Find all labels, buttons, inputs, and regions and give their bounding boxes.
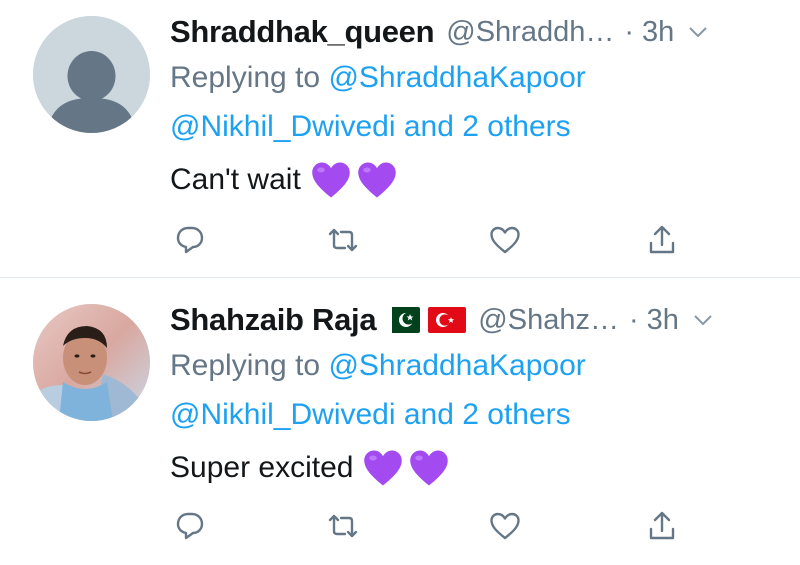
- share-icon: [649, 225, 675, 254]
- tweet-text-content: Super excited: [170, 451, 354, 484]
- replying-prefix: Replying to: [170, 61, 329, 94]
- mention-link[interactable]: @ShraddhaKapoor: [328, 349, 585, 382]
- like-icon: [490, 226, 520, 254]
- others-link[interactable]: @Nikhil_Dwivedi and 2 others: [170, 102, 780, 152]
- like-icon: [490, 512, 520, 540]
- purple-heart-icon: [312, 162, 350, 198]
- display-name[interactable]: Shahzaib Raja: [170, 302, 377, 338]
- tweet-body: Shraddhak_queen @Shraddh… · 3h Replying …: [170, 12, 780, 208]
- user-handle[interactable]: @Shraddh…: [446, 16, 614, 49]
- retweet-button[interactable]: [323, 220, 363, 260]
- retweet-icon: [328, 228, 358, 252]
- user-photo-avatar-icon: [33, 304, 150, 421]
- like-button[interactable]: [485, 220, 525, 260]
- others-link[interactable]: @Nikhil_Dwivedi and 2 others: [170, 390, 780, 440]
- retweet-button[interactable]: [323, 506, 363, 546]
- display-name[interactable]: Shraddhak_queen: [170, 14, 435, 50]
- tweet-1[interactable]: Shraddhak_queen @Shraddh… · 3h Replying …: [0, 0, 800, 277]
- avatar[interactable]: [33, 16, 150, 133]
- emoji-group: [311, 161, 397, 199]
- share-button[interactable]: [642, 220, 682, 260]
- tweet-body: Shahzaib Raja @Shahz… · 3h Replying to @…: [170, 300, 780, 496]
- reply-button[interactable]: [170, 506, 210, 546]
- share-button[interactable]: [642, 506, 682, 546]
- share-icon: [649, 511, 675, 540]
- replying-to: Replying to @ShraddhaKapoor: [170, 342, 780, 390]
- mention-link[interactable]: @ShraddhaKapoor: [328, 61, 585, 94]
- turkey-flag-icon: [428, 307, 467, 333]
- replying-prefix: Replying to: [170, 349, 329, 382]
- purple-heart-icon: [410, 450, 449, 486]
- tweet-actions: [170, 506, 690, 546]
- tweet-text: Can't wait: [170, 152, 780, 208]
- chevron-down-icon[interactable]: [688, 25, 708, 39]
- purple-heart-icon: [364, 450, 403, 486]
- reply-icon: [176, 512, 204, 540]
- chevron-down-icon[interactable]: [693, 313, 713, 327]
- like-button[interactable]: [485, 506, 525, 546]
- tweet-header: Shahzaib Raja @Shahz… · 3h: [170, 300, 780, 340]
- retweet-icon: [328, 514, 358, 538]
- avatar[interactable]: [33, 304, 150, 421]
- flag-emojis: [382, 307, 467, 333]
- user-handle[interactable]: @Shahz…: [478, 304, 619, 337]
- default-avatar-icon: [33, 16, 150, 133]
- timestamp[interactable]: · 3h: [624, 16, 674, 49]
- replying-to: Replying to @ShraddhaKapoor: [170, 54, 780, 102]
- purple-heart-icon: [358, 162, 396, 198]
- timestamp[interactable]: · 3h: [629, 304, 679, 337]
- tweet-header: Shraddhak_queen @Shraddh… · 3h: [170, 12, 780, 52]
- reply-button[interactable]: [170, 220, 210, 260]
- reply-icon: [176, 226, 204, 254]
- emoji-group: [363, 449, 449, 487]
- tweet-actions: [170, 220, 690, 260]
- tweet-2[interactable]: Shahzaib Raja @Shahz… · 3h Replying to @…: [0, 278, 800, 565]
- pakistan-flag-icon: [382, 307, 421, 333]
- tweet-text-content: Can't wait: [170, 163, 301, 196]
- tweet-text: Super excited: [170, 440, 780, 496]
